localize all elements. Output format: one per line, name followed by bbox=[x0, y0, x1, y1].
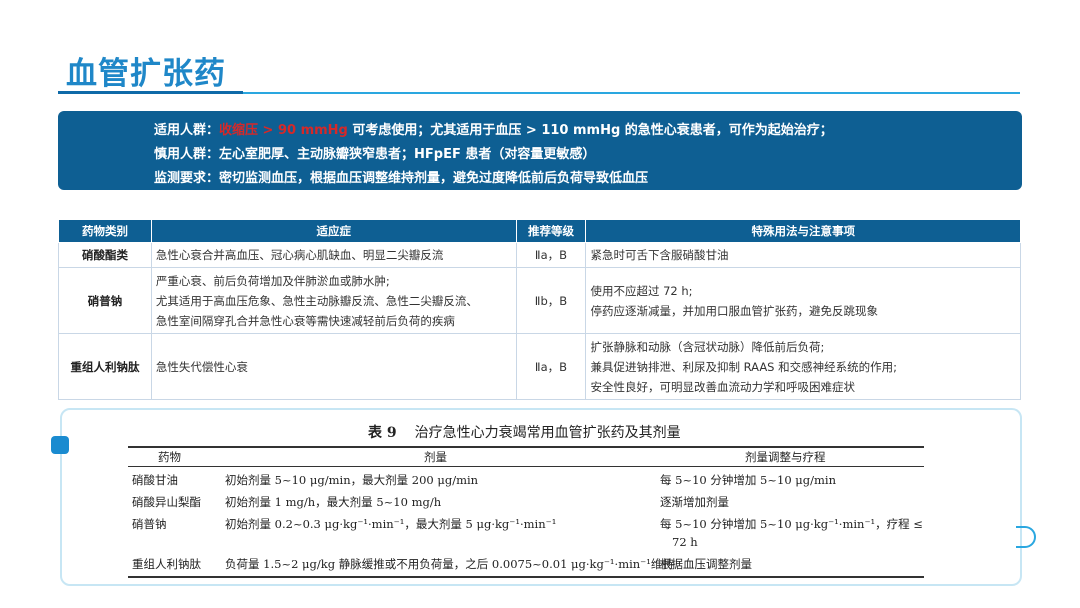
square-marker-icon bbox=[51, 436, 69, 454]
indication-line: 急性室间隔穿孔合并急性心衰等需快速减轻前后负荷的疾病 bbox=[155, 313, 455, 328]
table9-caption: 表 9 治疗急性心力衰竭常用血管扩张药及其剂量 bbox=[368, 422, 681, 442]
row-grade: Ⅱb，B bbox=[515, 267, 587, 334]
row-notes: 扩张静脉和动脉（含冠状动脉）降低前后负荷; 兼具促进钠排泄、利尿及抑制 RAAS… bbox=[585, 333, 1021, 400]
info-line1-highlight: 收缩压 > 90 mmHg bbox=[219, 123, 348, 138]
header-notes: 特殊用法与注意事项 bbox=[585, 219, 1021, 243]
table9-dose: 初始剂量 5~10 μg/min，最大剂量 200 μg/min bbox=[225, 473, 479, 487]
row-notes: 紧急时可舌下含服硝酸甘油 bbox=[585, 242, 1021, 268]
table9-adjust: 72 h bbox=[672, 535, 698, 549]
table9-dose: 初始剂量 1 mg/h，最大剂量 5~10 mg/h bbox=[225, 495, 442, 509]
table9-drug: 硝普钠 bbox=[132, 517, 167, 531]
table9-dose: 初始剂量 0.2~0.3 μg·kg⁻¹·min⁻¹，最大剂量 5 μg·kg⁻… bbox=[225, 517, 557, 531]
header-grade: 推荐等级 bbox=[515, 219, 587, 243]
row-notes: 使用不应超过 72 h; 停药应逐渐减量，并加用口服血管扩张药，避免反跳现象 bbox=[585, 267, 1021, 334]
indication-line: 急性心衰合并高血压、冠心病心肌缺血、明显二尖瓣反流 bbox=[155, 248, 444, 262]
table9-drug: 硝酸异山梨酯 bbox=[132, 495, 201, 509]
table-row: 重组人利钠肽 急性失代偿性心衰 Ⅱa，B 扩张静脉和动脉（含冠状动脉）降低前后负… bbox=[58, 333, 1021, 400]
table9-header-dose: 剂量 bbox=[424, 450, 447, 464]
info-line1-prefix: 适用人群： bbox=[154, 123, 220, 138]
notes-line: 扩张静脉和动脉（含冠状动脉）降低前后负荷; bbox=[590, 339, 825, 354]
notes-line: 兼具促进钠排泄、利尿及抑制 RAAS 和交感神经系统的作用; bbox=[590, 359, 898, 374]
table9-caption-text: 治疗急性心力衰竭常用血管扩张药及其剂量 bbox=[414, 425, 681, 441]
indication-line: 严重心衰、前后负荷增加及伴肺淤血或肺水肿; bbox=[155, 273, 390, 288]
row-category: 硝酸酯类 bbox=[58, 242, 152, 268]
info-line-applicable: 适用人群：收缩压 > 90 mmHg 可考虑使用；尤其适用于血压 > 110 m… bbox=[154, 119, 1022, 143]
notes-line: 停药应逐渐减量，并加用口服血管扩张药，避免反跳现象 bbox=[590, 303, 878, 318]
table9-header-drug: 药物 bbox=[158, 450, 181, 464]
drug-table: 药物类别 适应症 推荐等级 特殊用法与注意事项 硝酸酯类 急性心衰合并高血压、冠… bbox=[58, 219, 1021, 400]
table9-rule-top bbox=[128, 446, 924, 448]
row-indication: 急性失代偿性心衰 bbox=[150, 333, 517, 400]
header-category: 药物类别 bbox=[58, 219, 152, 243]
title-underline-accent bbox=[58, 91, 243, 94]
indication-line: 急性失代偿性心衰 bbox=[155, 359, 248, 374]
row-category: 重组人利钠肽 bbox=[58, 333, 152, 400]
row-category: 硝普钠 bbox=[58, 267, 152, 334]
table9-rule-bot bbox=[128, 576, 924, 578]
table9-number: 表 9 bbox=[368, 425, 397, 441]
notes-line: 使用不应超过 72 h; bbox=[590, 283, 693, 298]
indication-line: 尤其适用于高血压危象、急性主动脉瓣反流、急性二尖瓣反流、 bbox=[155, 293, 478, 308]
row-indication: 急性心衰合并高血压、冠心病心肌缺血、明显二尖瓣反流 bbox=[150, 242, 517, 268]
header-indication: 适应症 bbox=[150, 219, 517, 243]
table9-dose: 负荷量 1.5~2 μg/kg 静脉缓推或不用负荷量，之后 0.0075~0.0… bbox=[225, 557, 674, 571]
table9-drug: 硝酸甘油 bbox=[132, 473, 178, 487]
row-indication: 严重心衰、前后负荷增加及伴肺淤血或肺水肿; 尤其适用于高血压危象、急性主动脉瓣反… bbox=[150, 267, 517, 334]
info-box: 适用人群：收缩压 > 90 mmHg 可考虑使用；尤其适用于血压 > 110 m… bbox=[58, 111, 1022, 190]
row-grade: Ⅱa，B bbox=[515, 333, 587, 400]
arc-decoration-icon bbox=[1016, 526, 1036, 548]
table-row: 硝普钠 严重心衰、前后负荷增加及伴肺淤血或肺水肿; 尤其适用于高血压危象、急性主… bbox=[58, 267, 1021, 334]
table9-adjust: 根据血压调整剂量 bbox=[660, 557, 752, 571]
notes-line: 安全性良好，可明显改善血流动力学和呼吸困难症状 bbox=[590, 379, 855, 394]
row-grade: Ⅱa，B bbox=[515, 242, 587, 268]
table9-header-adjust: 剂量调整与疗程 bbox=[745, 450, 826, 464]
info-line1-rest: 可考虑使用；尤其适用于血压 > 110 mmHg 的急性心衰患者，可作为起始治疗… bbox=[352, 123, 833, 138]
table9-adjust: 每 5~10 分钟增加 5~10 μg·kg⁻¹·min⁻¹，疗程 ≤ bbox=[660, 517, 923, 531]
notes-line: 紧急时可舌下含服硝酸甘油 bbox=[590, 248, 729, 262]
table9-drug: 重组人利钠肽 bbox=[132, 557, 201, 571]
info-line-monitoring: 监测要求：密切监测血压，根据血压调整维持剂量，避免过度降低前后负荷导致低血压 bbox=[154, 171, 649, 186]
drug-table-header: 药物类别 适应症 推荐等级 特殊用法与注意事项 bbox=[58, 219, 1021, 243]
table-row: 硝酸酯类 急性心衰合并高血压、冠心病心肌缺血、明显二尖瓣反流 Ⅱa，B 紧急时可… bbox=[58, 242, 1021, 268]
table9-adjust: 逐渐增加剂量 bbox=[660, 495, 729, 509]
page-title: 血管扩张药 bbox=[66, 56, 226, 92]
info-line-caution: 慎用人群：左心室肥厚、主动脉瓣狭窄患者；HFpEF 患者（对容量更敏感） bbox=[154, 147, 596, 162]
table9-adjust: 每 5~10 分钟增加 5~10 μg/min bbox=[660, 473, 836, 487]
